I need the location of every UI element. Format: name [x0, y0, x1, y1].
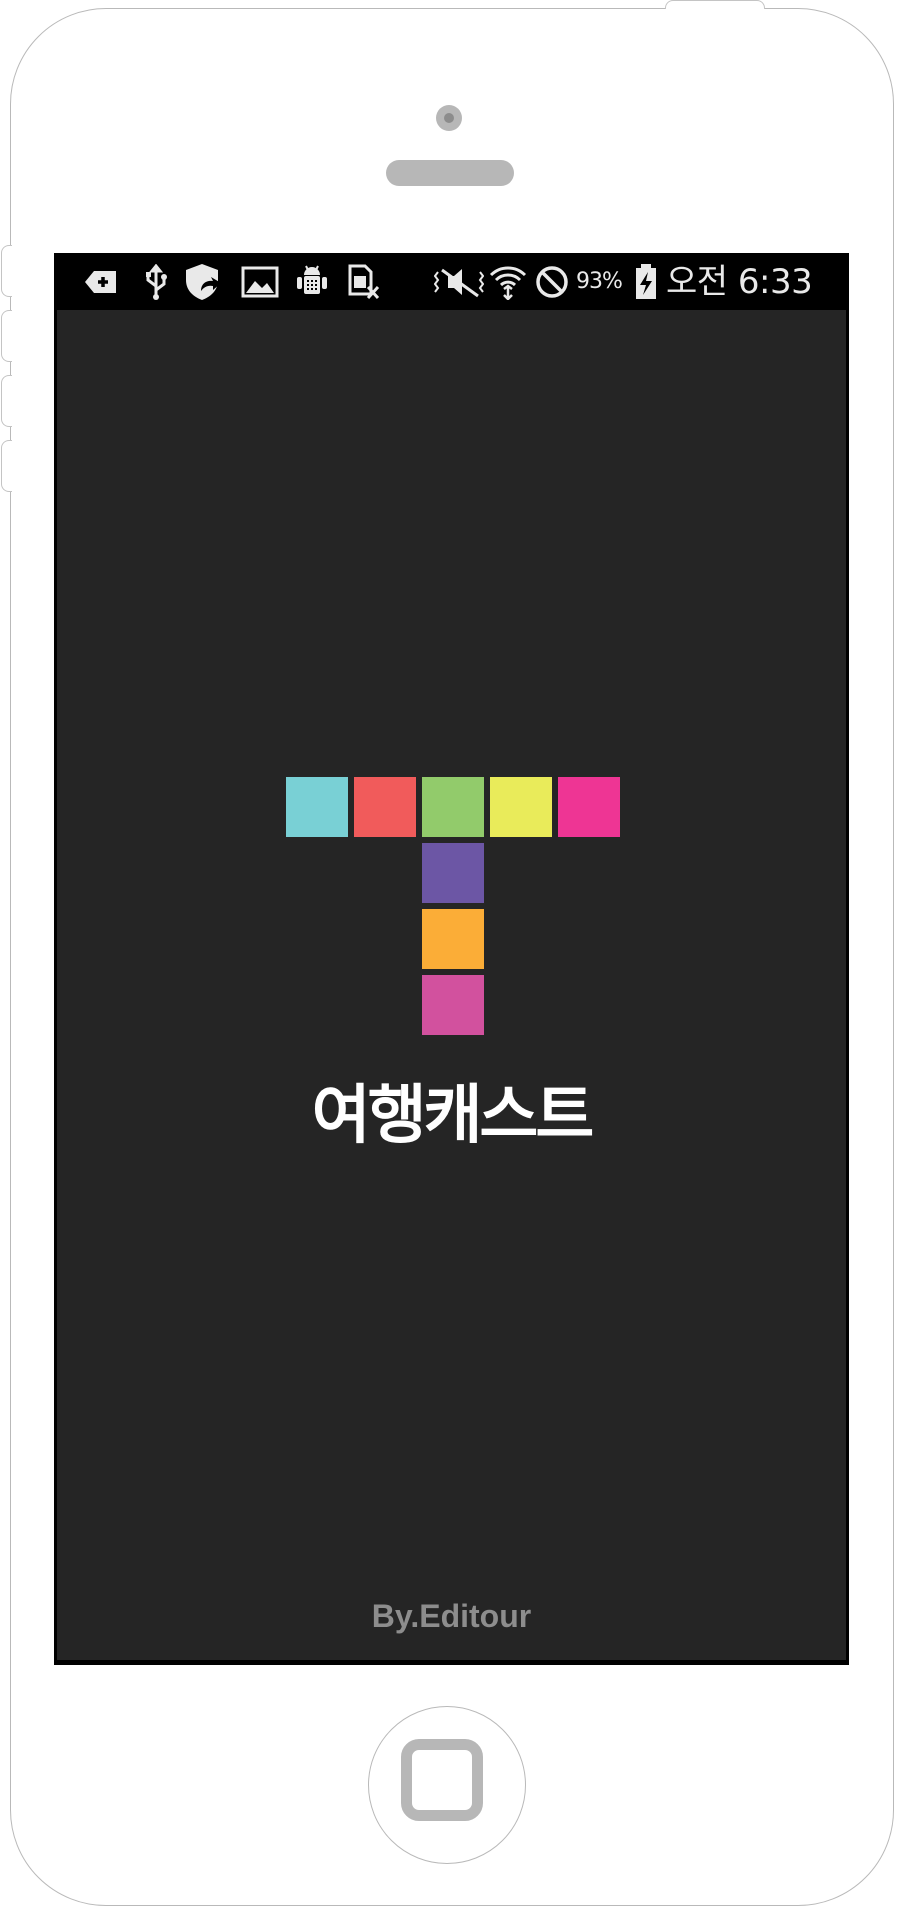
logo-tile-cyan: [286, 777, 348, 837]
volume-up-button: [1, 310, 12, 362]
clock: 오전 6:33: [666, 262, 813, 302]
logo-tile-purple: [422, 843, 484, 903]
front-camera: [436, 105, 462, 131]
android-debug-icon: [294, 263, 330, 301]
side-button: [1, 440, 12, 492]
no-sim-icon: [346, 263, 382, 301]
logo-tile-red: [354, 777, 416, 837]
blocked-icon: [534, 263, 570, 301]
earpiece-speaker: [386, 160, 514, 186]
developer-credit: By.Editour: [371, 1598, 532, 1634]
vibrate-icon: [434, 263, 484, 301]
home-square-icon: [401, 1739, 483, 1821]
logo-tile-magenta: [422, 975, 484, 1035]
logo-tile-pink: [558, 777, 620, 837]
usb-icon: [142, 263, 170, 301]
shield-icon: [184, 263, 226, 301]
battery-percent: 93%: [576, 269, 623, 294]
add-icon: [84, 263, 118, 301]
logo-tile-yellow: [490, 777, 552, 837]
battery-charging-icon: [634, 263, 658, 301]
phone-screen: 93% 오전 6:33 여행캐스트 By.Editour: [54, 253, 849, 1665]
status-bar: 93% 오전 6:33: [54, 253, 849, 310]
logo-tile-orange: [422, 909, 484, 969]
logo-tile-green: [422, 777, 484, 837]
image-icon: [240, 263, 280, 301]
mute-switch: [1, 245, 12, 297]
volume-down-button: [1, 375, 12, 427]
home-button[interactable]: [368, 1706, 526, 1864]
wifi-icon: [488, 263, 528, 301]
splash-screen: 여행캐스트 By.Editour: [57, 310, 846, 1660]
power-button: [665, 0, 765, 9]
app-name: 여행캐스트: [311, 1079, 594, 1153]
